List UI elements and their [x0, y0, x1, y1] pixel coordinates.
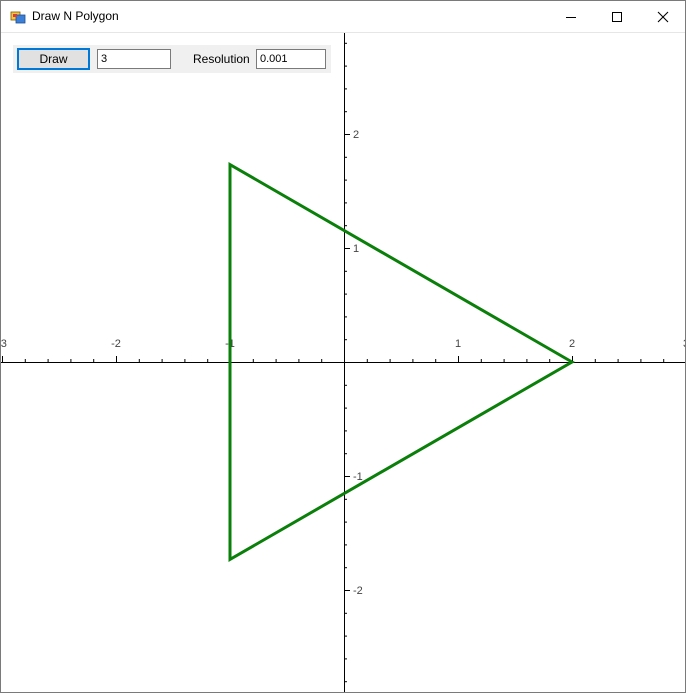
- x-tick-label: 1: [455, 338, 461, 350]
- x-tick-label: -2: [111, 338, 121, 350]
- title-bar[interactable]: Draw N Polygon: [1, 1, 685, 33]
- x-tick-label: 3: [683, 338, 685, 350]
- minimize-button[interactable]: [548, 1, 594, 32]
- resolution-label: Resolution: [193, 52, 250, 66]
- app-icon: [10, 9, 26, 25]
- minimize-icon: [566, 16, 576, 18]
- y-tick-label: 1: [353, 243, 359, 255]
- x-tick-label: -3: [1, 338, 7, 350]
- app-window: Draw N Polygon -3-2-1123-3-2-1123 Draw R…: [0, 0, 686, 693]
- maximize-button[interactable]: [594, 1, 640, 32]
- window-title: Draw N Polygon: [32, 9, 119, 23]
- x-tick-label: 2: [569, 338, 575, 350]
- polygon-plot: -3-2-1123-3-2-1123: [1, 33, 685, 692]
- close-button[interactable]: [640, 1, 685, 32]
- y-tick-label: -1: [353, 471, 363, 483]
- drawing-area: -3-2-1123-3-2-1123 Draw Resolution: [1, 33, 685, 692]
- sides-input[interactable]: [97, 49, 171, 69]
- y-tick-label: -2: [353, 585, 363, 597]
- y-tick-label: 2: [353, 129, 359, 141]
- maximize-icon: [612, 11, 622, 22]
- toolbar: Draw Resolution: [13, 45, 331, 73]
- close-icon: [657, 11, 669, 22]
- draw-button[interactable]: Draw: [17, 48, 90, 70]
- resolution-input[interactable]: [256, 49, 326, 69]
